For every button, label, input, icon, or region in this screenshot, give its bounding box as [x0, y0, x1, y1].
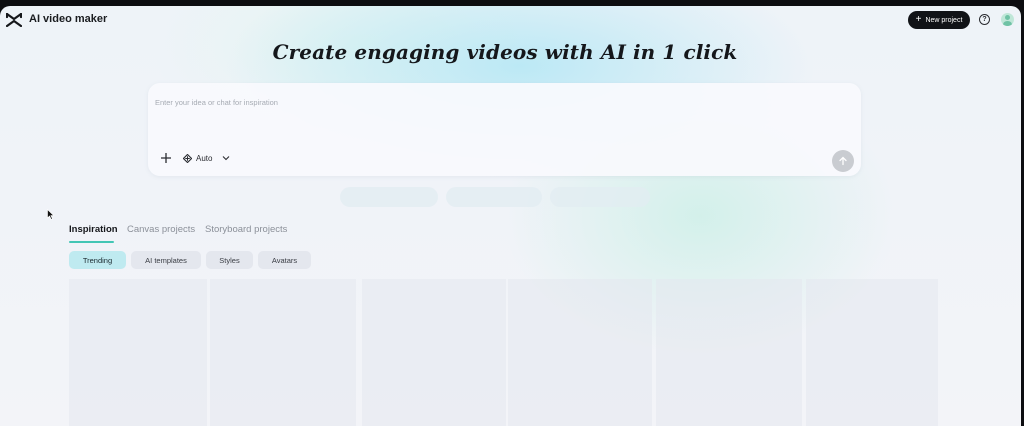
send-button[interactable]	[832, 150, 854, 172]
prompt-input[interactable]	[155, 94, 755, 110]
template-card-placeholder[interactable]	[210, 279, 356, 426]
avatar-icon[interactable]	[1001, 13, 1014, 26]
mode-selector[interactable]: Auto	[183, 152, 230, 164]
suggestion-placeholder	[550, 187, 650, 207]
chip-ai-templates[interactable]: AI templates	[131, 251, 201, 269]
chevron-down-icon	[223, 156, 230, 161]
plus-icon: +	[915, 14, 922, 25]
template-card-placeholder[interactable]	[806, 279, 938, 426]
chip-avatars[interactable]: Avatars	[258, 251, 311, 269]
tab-canvas-projects[interactable]: Canvas projects	[127, 224, 195, 235]
page-title: Create engaging videos with AI in 1 clic…	[272, 40, 738, 64]
prompt-box: Auto	[148, 83, 861, 176]
auto-mode-icon	[183, 153, 192, 163]
help-icon[interactable]: ?	[979, 14, 990, 25]
template-card-placeholder[interactable]	[656, 279, 802, 426]
mouse-cursor-icon	[47, 209, 55, 220]
new-project-button[interactable]: + New project	[908, 11, 970, 29]
suggestion-placeholder	[340, 187, 438, 207]
tab-inspiration[interactable]: Inspiration	[69, 224, 118, 235]
new-project-label: New project	[925, 16, 963, 24]
suggestion-placeholder	[446, 187, 542, 207]
template-card-placeholder[interactable]	[508, 279, 652, 426]
add-icon[interactable]	[160, 152, 172, 164]
template-card-placeholder[interactable]	[362, 279, 506, 426]
app-window: AI video maker + New project ? Create en…	[0, 6, 1021, 426]
tab-storyboard-projects[interactable]: Storyboard projects	[205, 224, 287, 235]
chip-trending[interactable]: Trending	[69, 251, 126, 269]
chip-styles[interactable]: Styles	[206, 251, 253, 269]
mode-label: Auto	[196, 153, 213, 163]
capcut-logo-icon[interactable]	[6, 13, 22, 27]
active-tab-indicator	[69, 241, 114, 243]
send-arrow-icon	[839, 156, 847, 166]
app-title: AI video maker	[29, 13, 108, 25]
template-card-placeholder[interactable]	[69, 279, 207, 426]
